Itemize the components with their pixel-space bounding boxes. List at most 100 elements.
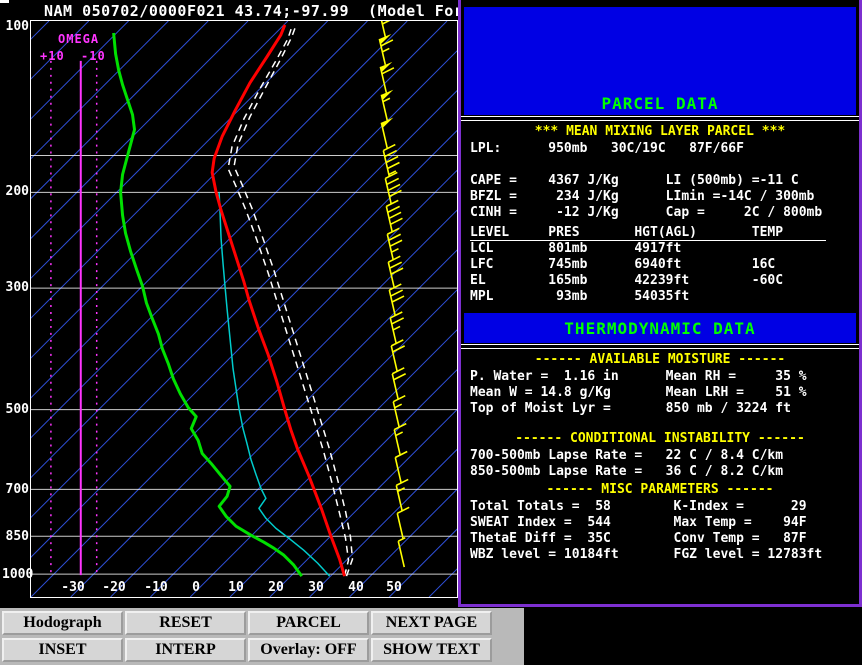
wind-barb-full [393, 373, 406, 381]
pressure-axis-label: 850 [5, 529, 29, 544]
temperature-axis-label: -10 [144, 580, 168, 595]
section-divider [461, 344, 859, 349]
wind-barb-full [393, 422, 407, 431]
wind-barb-half [397, 536, 406, 542]
isotherm-line [309, 448, 457, 597]
pressure-axis-label: 1000 [2, 567, 34, 582]
wind-barb-full [387, 205, 401, 214]
reset-button[interactable]: RESET [125, 611, 246, 635]
wind-barb-half [391, 247, 399, 253]
wind-barb-half [381, 47, 390, 53]
text-line: MPL 93mb 54035ft [470, 289, 690, 304]
show-text-button[interactable]: SHOW TEXT [371, 638, 492, 662]
text-line: ThetaE Diff = 35C Conv Temp = 87F [470, 531, 807, 546]
wind-barb-full [382, 143, 396, 152]
text-line: P. Water = 1.16 in Mean RH = 35 % [470, 369, 807, 384]
text-line: EL 165mb 42239ft -60C [470, 273, 784, 288]
wind-barb-staff [380, 122, 389, 149]
text-line: CINH = -12 J/Kg Cap = 2C / 800mb [470, 205, 823, 220]
temperature-axis-label: 50 [386, 580, 402, 595]
omega-plus-label: +10 [40, 49, 65, 63]
wind-barb-half [382, 97, 391, 103]
text-line [470, 157, 859, 173]
text-line: 700-500mb Lapse Rate = 22 C / 8.4 C/km [470, 448, 784, 463]
hodograph-button[interactable]: Hodograph [2, 611, 123, 635]
parcel-header-box: PARCEL DATA [464, 7, 856, 115]
inset-button[interactable]: INSET [2, 638, 123, 662]
wind-barb-full [381, 21, 391, 25]
temperature-axis-label: 20 [268, 580, 284, 595]
wind-barb-half [395, 431, 404, 437]
text-line: Total Totals = 58 K-Index = 29 [470, 499, 807, 514]
moisture-header: ------ AVAILABLE MOISTURE ------ [534, 352, 786, 367]
thermo-header-box: THERMODYNAMIC DATA [464, 313, 856, 343]
misc-values: Total Totals = 58 K-Index = 29 SWEAT Inde… [461, 499, 859, 563]
wind-barb-full [388, 283, 402, 291]
corner-mark [0, 0, 9, 3]
overlay-toggle-button[interactable]: Overlay: OFF [248, 638, 369, 662]
omega-label: OMEGA [58, 32, 100, 46]
skewt-canvas [31, 21, 457, 597]
wind-barb-full [392, 345, 406, 353]
wind-barb-full [395, 478, 409, 487]
temperature-axis-label: 0 [192, 580, 200, 595]
text-line: BFZL = 234 J/Kg LImin =-14C / 300mb [470, 189, 815, 204]
text-line: CAPE = 4367 J/Kg LI (500mb) =-11 C [470, 173, 799, 188]
pressure-axis-label: 700 [5, 482, 29, 497]
wind-barb-full [387, 161, 400, 170]
parcel-header: PARCEL DATA [601, 94, 719, 113]
omega-minus-label: -10 [81, 49, 106, 63]
next-page-button[interactable]: NEXT PAGE [371, 611, 492, 635]
pressure-axis-label: 500 [5, 402, 29, 417]
isotherm-line [110, 249, 457, 597]
temperature-axis-label: 10 [228, 580, 244, 595]
isotherm-line [31, 21, 249, 239]
wind-barb-full [390, 289, 404, 297]
misc-header: ------ MISC PARAMETERS ------ [546, 482, 774, 497]
text-line: LCL 801mb 4917ft [470, 241, 682, 256]
skewt-plot[interactable] [30, 20, 458, 598]
wind-barb-staff [380, 94, 389, 121]
temperature-trace [210, 24, 346, 577]
wind-barb-full [391, 367, 405, 375]
isotherm-line [31, 21, 328, 319]
temperature-axis-label: -20 [102, 580, 126, 595]
wind-barb-full [385, 199, 399, 208]
text-line: Top of Moist Lyr = 850 mb / 3224 ft [470, 401, 791, 416]
section-divider [461, 116, 859, 121]
isotherm-line [428, 568, 457, 597]
wind-barb-staff [379, 66, 388, 93]
wind-barb-pennant [381, 89, 394, 100]
mean-mixing-header: *** MEAN MIXING LAYER PARCEL *** [534, 124, 786, 139]
data-panel: PARCEL DATA *** MEAN MIXING LAYER PARCEL… [458, 0, 862, 607]
isotherm-line [388, 528, 457, 597]
wind-barb-full [390, 267, 404, 275]
instability-values: 700-500mb Lapse Rate = 22 C / 8.4 C/km 85… [461, 448, 859, 480]
isotherm-line [229, 369, 457, 597]
wind-barb-full [386, 227, 400, 235]
thermo-header: THERMODYNAMIC DATA [564, 318, 756, 338]
wind-barb-full [389, 239, 403, 247]
text-line: LEVEL PRES HGT(AGL) TEMP [470, 225, 826, 241]
pressure-axis-label: 100 [5, 19, 29, 34]
text-line: LPL: 950mb 30C/19C 87F/66F [470, 141, 744, 156]
wind-barb-half [394, 403, 403, 409]
toolbar: Hodograph RESET PARCEL NEXT PAGE INSET I… [0, 608, 524, 665]
wind-barb-staff [396, 513, 405, 540]
wind-barb-full [394, 450, 408, 459]
instability-header: ------ CONDITIONAL INSTABILITY ------ [515, 431, 805, 446]
temperature-axis-label: 30 [308, 580, 324, 595]
text-line: LFC 745mb 6940ft 16C [470, 257, 776, 272]
wetbulb-trace [218, 192, 331, 577]
wind-barb-full [392, 394, 406, 403]
wind-barb-full [389, 189, 402, 198]
wind-barb-full [386, 177, 400, 186]
temperature-axis-label: 40 [348, 580, 364, 595]
page-title: NAM 050702/0000F021 43.74;-97.99 (Model … [44, 2, 521, 20]
isotherm-line [31, 21, 408, 399]
toolbar-row-1: Hodograph RESET PARCEL NEXT PAGE [2, 611, 522, 635]
temperature-axis-label: -30 [61, 580, 85, 595]
parcel-button[interactable]: PARCEL [248, 611, 369, 635]
interp-button[interactable]: INTERP [125, 638, 246, 662]
